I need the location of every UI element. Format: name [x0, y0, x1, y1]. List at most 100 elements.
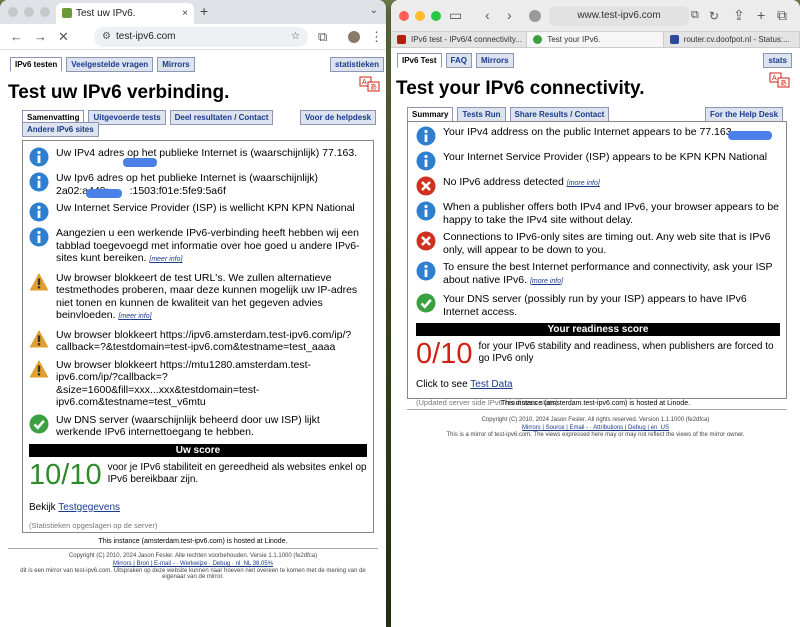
window-controls[interactable] [399, 11, 441, 21]
privacy-icon[interactable] [529, 10, 541, 22]
safari-window: ▭ ‹ › www.test-ipv6.com ⧉ ↻ ⇪ + ⧉ IPv6 t… [391, 0, 800, 627]
result-row: Uw Internet Service Provider (ISP) is we… [29, 202, 367, 222]
info-icon [29, 227, 49, 247]
info-icon [416, 126, 436, 146]
browser-tab-test-your-ipv6[interactable]: Test your IPv6. [527, 32, 664, 47]
result-message: Uw DNS server (waarschijnlijk beheerd do… [56, 413, 320, 439]
subtab-tests-run[interactable]: Uitgevoerde tests [88, 110, 166, 125]
tab-ipv6-test[interactable]: IPv6 Test [397, 53, 442, 68]
left-page: IPv6 testen Veelgestelde vragen Mirrors … [0, 50, 386, 627]
test-data-link[interactable]: Test Data [470, 379, 512, 390]
result-text: Your IPv4 address on the public Internet… [443, 126, 734, 139]
subtab-helpdesk[interactable]: For the Help Desk [705, 107, 784, 122]
tab-mirrors[interactable]: Mirrors [157, 57, 195, 72]
more-info-link[interactable]: [meer info] [118, 313, 151, 320]
subtab-share[interactable]: Deel resultaten / Contact [169, 110, 274, 125]
info-icon [416, 261, 436, 281]
more-info-link[interactable]: [meer info] [149, 256, 182, 263]
warning-icon [29, 359, 49, 379]
redaction-mark [86, 189, 122, 198]
score-description: voor je IPv6 stabiliteit en gereedheid a… [107, 461, 367, 485]
copyright: Copyright (C) 2010, 2024 Jason Fesler. A… [68, 553, 318, 559]
result-text: No IPv6 address detected [more info] [443, 176, 600, 191]
stats-note: (Statistieken opgeslagen op de server) [29, 520, 158, 530]
profile-avatar[interactable] [348, 31, 360, 43]
forward-icon[interactable]: → [34, 29, 47, 44]
language-flag-icon[interactable]: Aあ [769, 72, 791, 88]
result-message: Uw Internet Service Provider (ISP) is we… [56, 202, 355, 214]
result-text: To ensure the best Internet performance … [443, 261, 780, 288]
favicon-icon [62, 8, 72, 18]
result-text: Uw browser blokkeert https://mtu1280.ams… [56, 359, 367, 409]
subtab-helpdesk[interactable]: Voor de helpdesk [300, 110, 377, 125]
redaction-mark [123, 158, 157, 167]
more-info-link[interactable]: [more info] [530, 278, 563, 285]
result-row: When a publisher offers both IPv4 and IP… [416, 201, 780, 226]
test-data-link[interactable]: Testgegevens [58, 502, 120, 513]
translate-icon[interactable]: ⧉ [691, 9, 699, 22]
results-box: Your IPv4 address on the public Internet… [407, 121, 787, 407]
forward-icon[interactable]: › [507, 7, 512, 23]
result-row: Uw Ipv6 adres op het publieke Internet i… [29, 172, 367, 197]
tab-mirrors[interactable]: Mirrors [476, 53, 514, 68]
chrome-window: Test uw IPv6. × + ⌄ ← → ✕ ⚙ test-ipv6.co… [0, 0, 386, 627]
subtab-other-sites[interactable]: Andere IPv6 sites [22, 122, 99, 137]
result-message: To ensure the best Internet performance … [443, 261, 773, 286]
tab-faq[interactable]: FAQ [445, 53, 472, 68]
address-bar[interactable]: www.test-ipv6.com [549, 6, 689, 26]
sidebar-icon[interactable]: ▭ [449, 7, 462, 24]
result-text: Aangezien u een werkende IPv6-verbinding… [56, 227, 367, 267]
result-message: Your DNS server (possibly run by your IS… [443, 293, 747, 318]
more-info-link[interactable]: [more info] [567, 180, 600, 187]
address-bar[interactable]: ⚙ test-ipv6.com ☆ [94, 27, 308, 47]
new-tab-icon[interactable]: + [757, 7, 765, 23]
browser-tab-ipv6-test[interactable]: IPv6 test - IPv6/4 connectivity... [391, 32, 528, 47]
stop-icon[interactable]: ✕ [58, 29, 69, 45]
footer-links[interactable]: Mirrors | Bron | E-mail - · Werkwijze · … [0, 561, 386, 567]
result-message: Uw browser blokkeert de test URL's. We z… [56, 271, 358, 322]
site-info-icon[interactable]: ⚙ [102, 27, 111, 47]
window-controls[interactable] [8, 7, 50, 17]
footer-links[interactable]: Mirrors | Source | Email - · Attribution… [391, 425, 800, 431]
address-text: test-ipv6.com [116, 31, 176, 42]
back-icon[interactable]: ‹ [485, 7, 490, 23]
bookmark-star-icon[interactable]: ☆ [291, 27, 300, 47]
result-text: Uw IPv4 adres op het publieke Internet i… [56, 147, 357, 160]
test-data-line: Bekijk Testgegevens [29, 502, 367, 513]
svg-text:あ: あ [780, 79, 787, 87]
new-tab-icon[interactable]: + [200, 3, 208, 19]
result-text: When a publisher offers both IPv4 and IP… [443, 201, 780, 226]
tab-overview-icon[interactable]: ⧉ [777, 7, 787, 24]
subtab-share[interactable]: Share Results / Contact [509, 107, 610, 122]
subtab-tests-run[interactable]: Tests Run [457, 107, 506, 122]
tab-stats[interactable]: stats [763, 53, 792, 68]
svg-text:A: A [772, 75, 777, 82]
back-icon[interactable]: ← [10, 29, 23, 44]
reload-icon[interactable]: ↻ [709, 9, 719, 23]
result-row: Your Internet Service Provider (ISP) app… [416, 151, 780, 171]
result-text: Uw browser blokkeert de test URL's. We z… [56, 272, 367, 324]
subtab-summary[interactable]: Summary [407, 107, 454, 122]
language-flag-icon[interactable]: Aあ [359, 76, 381, 92]
result-text: Your Internet Service Provider (ISP) app… [443, 151, 767, 164]
tab-ipv6-test[interactable]: IPv6 testen [10, 57, 63, 72]
tab-stats[interactable]: statistieken [329, 57, 384, 72]
check-icon [416, 293, 436, 313]
extensions-icon[interactable]: ⧉ [318, 29, 327, 45]
browser-tab-active[interactable]: Test uw IPv6. × [56, 3, 194, 24]
close-tab-icon[interactable]: × [182, 3, 188, 24]
info-icon [29, 172, 49, 192]
tab-list-chevron-icon[interactable]: ⌄ [370, 5, 378, 16]
browser-tab-router[interactable]: router.cv.doofpot.nl - Status:... [664, 32, 800, 47]
mirror-note: This is a mirror of test-ipv6.com. The v… [446, 432, 745, 438]
tab-faq[interactable]: Veelgestelde vragen [66, 57, 154, 72]
result-row: No IPv6 address detected [more info] [416, 176, 780, 196]
menu-icon[interactable]: ⋮ [370, 29, 383, 45]
info-icon [29, 202, 49, 222]
tab-title: Test uw IPv6. [76, 8, 136, 19]
share-icon[interactable]: ⇪ [733, 7, 745, 24]
test-data-line: Click to see Test Data [416, 379, 780, 390]
result-message: Your Internet Service Provider (ISP) app… [443, 151, 768, 163]
main-nav: IPv6 testen Veelgestelde vragen Mirrors [10, 57, 195, 72]
instance-note: This instance (amsterdam.test-ipv6.com) … [500, 400, 691, 407]
